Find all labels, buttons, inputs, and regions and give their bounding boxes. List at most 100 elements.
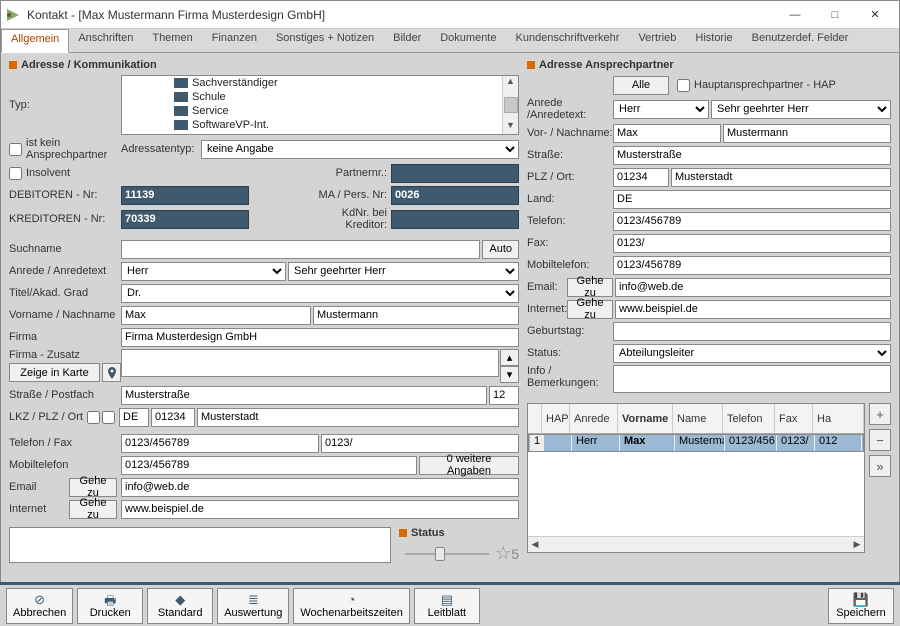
zusatz-up-button[interactable]: ▴ [500,349,519,366]
alle-button[interactable]: Alle [613,76,669,95]
expand-button[interactable]: » [869,455,891,477]
lkz-check2[interactable] [102,411,115,424]
cancel-button[interactable]: ⊘Abbrechen [6,588,73,624]
email-label: Email [9,481,69,493]
r-internet-goto-button[interactable]: Gehe zu [567,300,613,319]
leitblatt-button[interactable]: ▤Leitblatt [414,588,480,624]
strasse-label: Straße / Postfach [9,389,121,401]
kdnr-input[interactable] [391,210,519,229]
save-button[interactable]: 💾Speichern [828,588,894,624]
partnernr-input[interactable] [391,164,519,183]
titel-select[interactable]: Dr. [121,284,519,303]
r-nachname-input[interactable] [723,124,891,143]
r-plz-input[interactable] [613,168,669,187]
remove-row-button[interactable]: − [869,429,891,451]
firma-zusatz-input[interactable] [121,349,499,377]
r-internet-input[interactable] [615,300,891,319]
r-email-input[interactable] [615,278,891,297]
r-vorname-input[interactable] [613,124,721,143]
email-input[interactable] [121,478,519,497]
close-button[interactable]: ✕ [855,2,895,28]
r-info-input[interactable] [613,365,891,393]
plz-input[interactable] [151,408,195,427]
contact-table[interactable]: HAP Anrede Vorname Name Telefon Fax Ha 1… [527,403,865,553]
tab-vertrieb[interactable]: Vertrieb [629,29,686,52]
zusatz-down-button[interactable]: ▾ [500,366,519,383]
add-row-button[interactable]: + [869,403,891,425]
r-status-label: Status: [527,347,613,359]
r-fax-input[interactable] [613,234,891,253]
tree-item[interactable]: Sachverständiger [146,76,518,90]
internet-input[interactable] [121,500,519,519]
table-row[interactable]: 1 Herr Max Musterma 0123/456 0123/ 012 [528,434,864,452]
minimize-button[interactable]: ― [775,2,815,28]
r-land-input[interactable] [613,190,891,209]
notes-textarea[interactable] [9,527,391,563]
lkz-check1[interactable] [87,411,100,424]
tab-themen[interactable]: Themen [143,29,202,52]
email-goto-button[interactable]: Gehe zu [69,478,117,497]
r-strasse-input[interactable] [613,146,891,165]
vorname-input[interactable] [121,306,311,325]
r-anredetext-select[interactable]: Sehr geehrter Herr [711,100,891,119]
clock-icon: ◔ [348,592,356,606]
debitor-input[interactable] [121,186,249,205]
tab-benutzerdef[interactable]: Benutzerdef. Felder [743,29,859,52]
tab-sonstiges[interactable]: Sonstiges + Notizen [267,29,384,52]
tel-input[interactable] [121,434,319,453]
tree-scrollbar[interactable]: ▲▼ [502,76,518,134]
tree-item[interactable]: Service [146,104,518,118]
typ-label: Typ: [9,99,121,111]
hap-checkbox[interactable] [677,79,690,92]
r-plz-label: PLZ / Ort: [527,171,613,183]
anredetext-select[interactable]: Sehr geehrter Herr [288,262,519,281]
ma-label: MA / Pers. Nr: [301,189,391,201]
tree-item[interactable]: SoftwareVP-Int. [146,118,518,132]
tab-kundenschrift[interactable]: Kundenschriftverkehr [507,29,630,52]
fax-input[interactable] [321,434,519,453]
r-mobil-input[interactable] [613,256,891,275]
suchname-input[interactable] [121,240,480,259]
nachname-input[interactable] [313,306,519,325]
no-contact-checkbox[interactable] [9,143,22,156]
map-pin-icon[interactable] [102,363,121,382]
mobil-input[interactable] [121,456,417,475]
r-anrede-select[interactable]: Herr [613,100,709,119]
ort-input[interactable] [197,408,519,427]
r-email-goto-button[interactable]: Gehe zu [567,278,613,297]
table-hscroll[interactable]: ◀▶ [528,536,864,552]
lkz-label: LKZ / PLZ / Ort [9,411,85,423]
ma-input[interactable] [391,186,519,205]
status-slider[interactable] [405,553,489,555]
strasse-input[interactable] [121,386,487,405]
tab-dokumente[interactable]: Dokumente [431,29,506,52]
auto-button[interactable]: Auto [482,240,519,259]
tree-item[interactable]: +Test [146,132,518,135]
r-ort-input[interactable] [671,168,891,187]
timesheet-button[interactable]: ◔Wochenarbeitszeiten [293,588,410,624]
r-tel-input[interactable] [613,212,891,231]
r-geb-input[interactable] [613,322,891,341]
insolvent-checkbox[interactable] [9,167,22,180]
hausnr-input[interactable] [489,386,519,405]
report-button[interactable]: ≣Auswertung [217,588,289,624]
tab-bilder[interactable]: Bilder [384,29,431,52]
anrede-select[interactable]: Herr [121,262,286,281]
r-status-select[interactable]: Abteilungsleiter [613,344,891,363]
tab-allgemein[interactable]: Allgemein [1,29,69,53]
typ-tree[interactable]: Sachverständiger Schule Service Software… [121,75,519,135]
tab-anschriften[interactable]: Anschriften [69,29,143,52]
map-button[interactable]: Zeige in Karte [9,363,100,382]
weitere-angaben-button[interactable]: 0 weitere Angaben [419,456,519,475]
adressatentyp-select[interactable]: keine Angabe [201,140,519,159]
internet-goto-button[interactable]: Gehe zu [69,500,117,519]
kreditor-input[interactable] [121,210,249,229]
lkz-input[interactable] [119,408,149,427]
tab-finanzen[interactable]: Finanzen [203,29,267,52]
print-button[interactable]: 🖶Drucken [77,588,143,624]
maximize-button[interactable]: □ [815,2,855,28]
tree-item[interactable]: Schule [146,90,518,104]
firma-input[interactable] [121,328,519,347]
tab-historie[interactable]: Historie [686,29,742,52]
standard-button[interactable]: ◆Standard [147,588,213,624]
